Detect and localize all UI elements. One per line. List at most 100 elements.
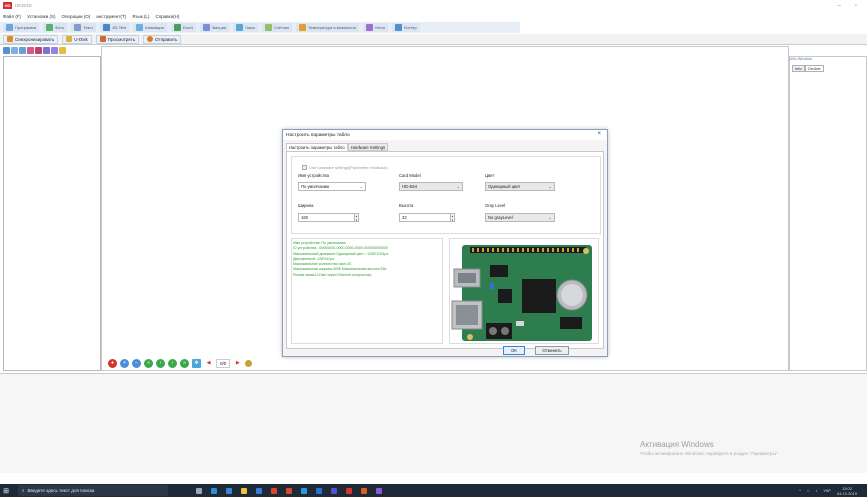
toolbar-temperature-button[interactable]: Температура и влажность [296,23,360,32]
send-icon [147,36,154,42]
photo-icon [45,24,53,31]
height-spinner[interactable]: ▴ ▾ [450,213,455,222]
delete-icon[interactable] [35,47,42,54]
taskbar-search-placeholder: Введите здесь текст для поиска [27,488,95,493]
toolbar-clock-button[interactable]: Часы [233,23,258,32]
add-program-icon[interactable] [11,47,18,54]
step-forward-icon[interactable]: ▶ [233,359,242,368]
mail-icon[interactable] [256,487,262,494]
bottom-panel [0,373,867,473]
last-button[interactable]: » [180,358,189,368]
move-down-icon[interactable] [51,47,58,54]
app-taskbar-icon[interactable] [376,487,382,494]
usb-icon [66,36,73,42]
prev-button[interactable]: ‹ [156,358,165,368]
toolbar-text-button[interactable]: Текст [71,23,97,32]
toolbar-counter-button[interactable]: Счётчик [261,23,292,32]
network-icon[interactable]: ⌂ [807,488,809,493]
task-view-icon[interactable] [196,487,202,494]
height-input[interactable]: 32 [399,213,455,222]
toolbar-3dtext-button[interactable]: 3D-Text [100,23,130,32]
zoom-in-button[interactable]: + [120,358,129,368]
width-spinner[interactable]: ▴ ▾ [354,213,359,222]
toolbar-animation-button[interactable]: Анимация [133,23,167,32]
sync-button[interactable]: Синхронизировать [3,34,59,44]
menu-bar: Файл (F) Установки (S) Операции (O) инст… [0,12,867,21]
acrobat-icon[interactable] [346,487,352,494]
width-input[interactable]: 160 [298,213,359,222]
card-model-select[interactable]: HD-E64 ⌄ [399,182,463,191]
play-button[interactable]: › [168,358,177,368]
tab-screen-params[interactable]: Настроить параметры табло [286,143,348,151]
menu-file[interactable]: Файл (F) [3,14,21,19]
skype-icon[interactable] [301,487,307,494]
taskbar-clock[interactable]: 13:02 04.10.2019 [837,486,857,496]
opera-icon[interactable] [286,487,292,494]
menu-settings[interactable]: Установки (S) [27,14,55,19]
toolbar-neon-button[interactable]: Неон [363,23,388,32]
windows-start-icon[interactable]: ⊞ [0,484,12,497]
toolbar-photo-button[interactable]: Фото [42,23,68,32]
dialog-title: Настроить параметры табло [286,132,350,138]
use-hardware-checkbox[interactable]: Use hardware settings(Parameter readback… [302,165,388,170]
step-back-icon[interactable]: ◀ [204,359,213,368]
copy-icon[interactable] [27,47,34,54]
ok-button[interactable]: OK [503,346,525,355]
preview-button[interactable]: Просмотреть [95,34,140,44]
edge-icon[interactable] [211,487,217,494]
menu-tools[interactable]: инструмент(T) [96,14,126,19]
lotter-icon [394,24,402,31]
tab-info[interactable]: Info [792,65,805,72]
record-button[interactable]: ● [108,358,117,368]
toolbar-emoji-button[interactable]: Эмоции [199,23,230,32]
language-indicator[interactable]: УКР [823,488,831,493]
toolbar-lotter-button[interactable]: Лоттер [391,23,420,32]
checkbox-box[interactable] [302,165,307,170]
volume-icon[interactable]: ♪ [815,488,817,493]
settings-group: Use hardware settings(Parameter readback… [291,156,601,234]
word-icon[interactable] [316,487,322,494]
store-icon[interactable] [226,487,232,494]
settings-icon[interactable] [59,47,66,54]
tray-chevron-icon[interactable]: ^ [799,488,801,493]
udisk-button[interactable]: U-Disk [62,34,92,44]
card-model-label: Card Model [399,173,421,178]
add-screen-icon[interactable] [3,47,10,54]
move-up-icon[interactable] [43,47,50,54]
close-icon[interactable]: × [597,131,601,137]
screen-params-dialog: Настроить параметры табло × Настроить па… [282,129,608,357]
gray-level-label: Gray Level [485,203,506,208]
minimize-icon[interactable]: – [838,3,841,9]
move-icon[interactable]: ✥ [192,358,201,368]
teams-icon[interactable] [331,487,337,494]
send-button[interactable]: Отправить [143,34,182,44]
menu-operations[interactable]: Операции (O) [62,14,91,19]
color-select[interactable]: Одинарный цвет ⌄ [485,182,555,191]
toolbar-program-button[interactable]: Программа [3,23,39,32]
add-area-icon[interactable] [19,47,26,54]
program-tree-panel[interactable] [3,56,101,371]
tree-toolbar [0,46,100,55]
menu-language[interactable]: Язык (L) [132,14,149,19]
system-tray: ^ ⌂ ♪ УКР 13:02 04.10.2019 [799,484,857,497]
first-button[interactable]: « [144,358,153,368]
explorer-icon[interactable] [241,487,247,494]
tab-online[interactable]: On-line [804,65,824,72]
width-label: Ширина [298,203,314,208]
cancel-button[interactable]: Отменить [535,346,569,355]
dialog-body: Use hardware settings(Parameter readback… [286,151,604,349]
stop-icon[interactable] [245,359,253,367]
device-name-select[interactable]: По умолчанию ⌄ [298,182,366,191]
chrome-icon[interactable] [271,487,277,494]
maximize-icon[interactable]: ▫ [855,3,857,9]
zoom-out-button[interactable]: − [132,358,141,368]
hd2018-taskbar-icon[interactable] [361,487,367,494]
search-icon: ⌕ [22,488,25,493]
gray-level-select[interactable]: No grayLevel ⌄ [485,213,555,222]
tab-hardware-settings[interactable]: Hardware Settings [347,143,389,151]
preview-icon [99,36,106,42]
taskbar-search-box[interactable]: ⌕ Введите здесь текст для поиска [18,485,168,496]
clock-icon [236,24,244,31]
menu-help[interactable]: Справка(H) [155,14,179,19]
toolbar-excel-button[interactable]: Excel [170,23,196,32]
